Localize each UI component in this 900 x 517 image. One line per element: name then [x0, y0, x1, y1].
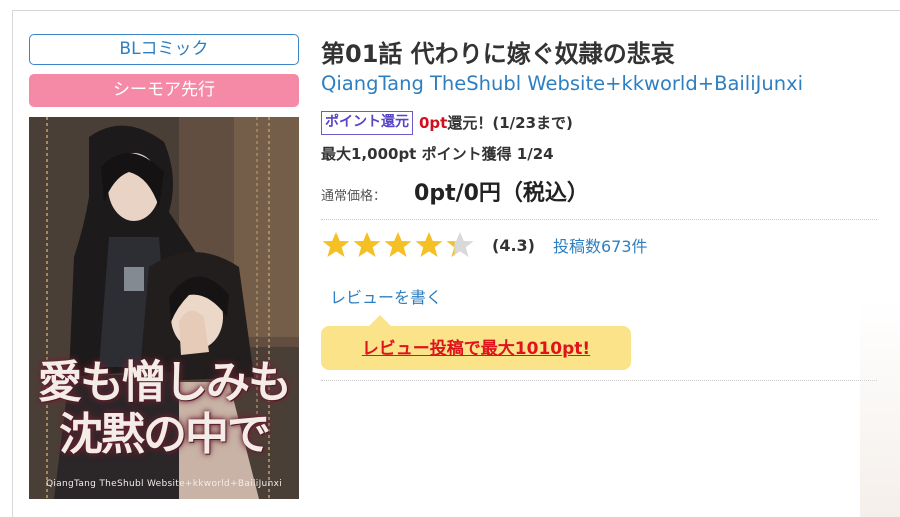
cover-title-line1: 愛も憎しみも: [38, 357, 292, 408]
max-points-text: 最大1,000pt ポイント獲得 1/24: [321, 145, 554, 163]
book-cover[interactable]: 愛も憎しみも 沈黙の中で QiangTang TheShubl Website+…: [29, 117, 299, 499]
price-row: 通常価格： 0pt/0円（税込）: [321, 175, 589, 207]
star-icon: [353, 232, 381, 257]
point-return-period: 還元！(1/23まで): [447, 114, 573, 132]
store-exclusive-label: シーモア先行: [29, 74, 299, 107]
background-decoration: [860, 300, 900, 517]
star-rating: [321, 230, 476, 260]
star-icon: [446, 232, 474, 257]
review-count-link[interactable]: 投稿数673件: [553, 233, 648, 257]
point-return-row: ポイント還元 0pt 還元！(1/23まで): [321, 110, 573, 135]
book-title: 第01話 代わりに嫁ぐ奴隷の悲哀: [321, 40, 675, 68]
rating-row: (4.3) 投稿数673件: [321, 230, 648, 260]
point-return-amount: 0pt: [419, 113, 448, 132]
cover-title-line2: 沈黙の中で: [59, 409, 271, 460]
genre-label[interactable]: BLコミック: [29, 34, 299, 65]
price-value: 0pt/0円（税込）: [414, 181, 589, 206]
divider: [321, 380, 877, 381]
write-review-link[interactable]: レビューを書く: [330, 284, 442, 308]
review-promo-banner[interactable]: レビュー投稿で最大1010pt!: [321, 315, 631, 370]
cover-title: 愛も憎しみも 沈黙の中で: [29, 357, 299, 461]
point-return-badge: ポイント還元: [321, 110, 413, 135]
review-promo-text[interactable]: レビュー投稿で最大1010pt!: [362, 339, 590, 359]
star-icon: [322, 232, 350, 257]
star-icon: [415, 232, 443, 257]
rating-value: (4.3): [492, 235, 535, 255]
cover-credit: QiangTang TheShubl Website+kkworld+Baili…: [46, 479, 282, 489]
price-label: 通常価格：: [321, 189, 387, 204]
author-link[interactable]: QiangTang TheShubl Website+kkworld+Baili…: [321, 72, 803, 95]
divider: [321, 219, 877, 220]
star-icon: [384, 232, 412, 257]
